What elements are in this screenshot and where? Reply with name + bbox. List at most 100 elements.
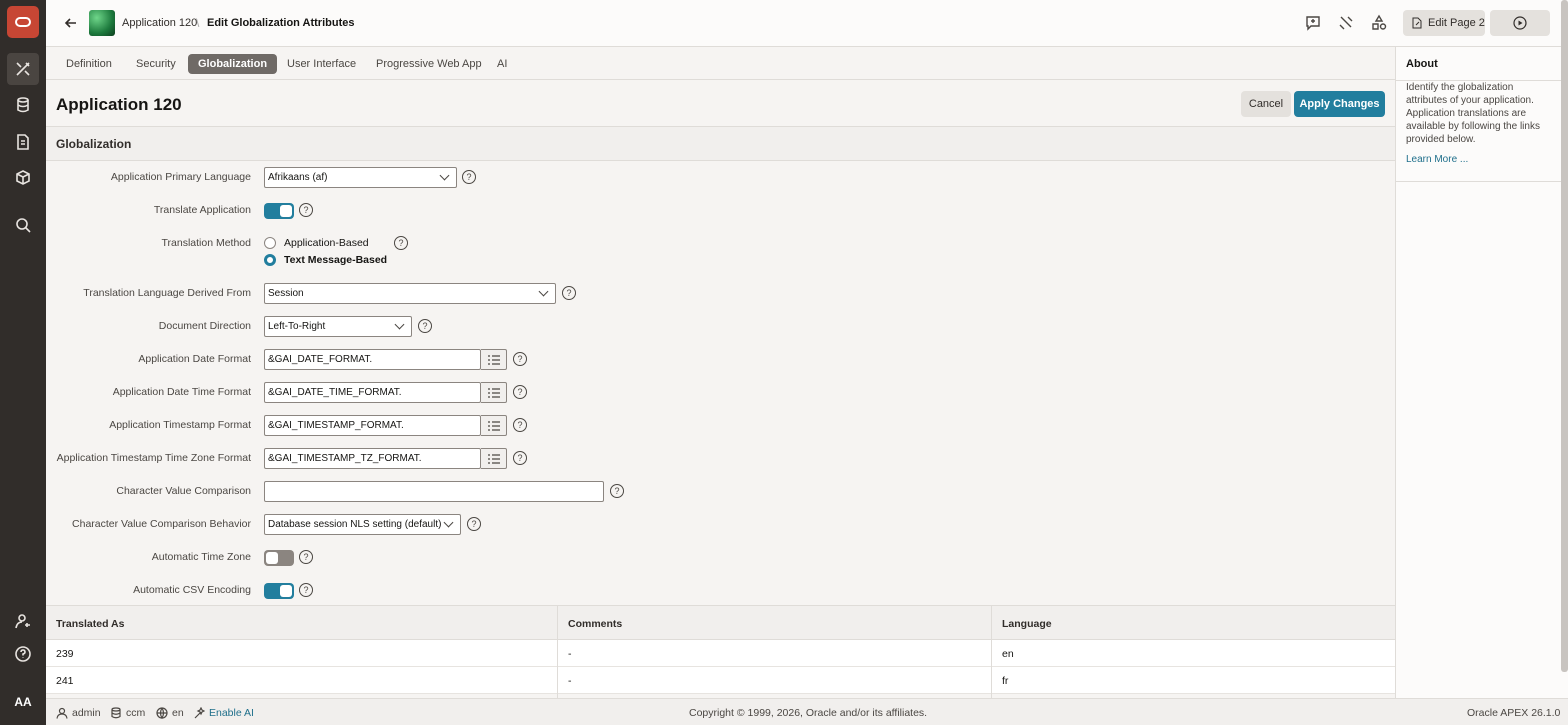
back-arrow-icon[interactable] [62,14,80,32]
help-icon[interactable]: ? [513,418,527,432]
automatic-csv-encoding-toggle[interactable] [264,583,294,599]
field-label: Application Timestamp Time Zone Format [56,452,251,464]
language-derived-select[interactable]: Session [264,283,556,304]
user-avatar[interactable]: AA [9,690,37,714]
column-header-language[interactable]: Language [1002,618,1052,630]
radio-text-message-based[interactable] [264,254,276,266]
left-navigation: AA [0,0,46,725]
apply-changes-button[interactable]: Apply Changes [1294,91,1385,117]
list-of-values-button[interactable] [481,448,507,469]
help-icon[interactable]: ? [513,352,527,366]
field-character-comparison-behavior: Character Value Comparison Behavior Data… [46,514,1395,536]
chevron-down-icon [538,286,549,297]
search-icon[interactable] [7,209,39,241]
help-icon[interactable]: ? [467,517,481,531]
translate-application-toggle[interactable] [264,203,294,219]
copyright-text: Copyright © 1999, 2026, Oracle and/or it… [689,707,928,719]
date-time-format-input[interactable]: &GAI_DATE_TIME_FORMAT. [264,382,481,403]
timestamp-format-input[interactable]: &GAI_TIMESTAMP_FORMAT. [264,415,481,436]
help-icon[interactable] [7,638,39,670]
comparison-behavior-select[interactable]: Database session NLS setting (default) [264,514,461,535]
field-date-format: Application Date Format &GAI_DATE_FORMAT… [46,349,1395,371]
column-header-comments[interactable]: Comments [568,618,622,630]
oracle-logo-icon[interactable] [7,6,39,38]
timestamp-tz-format-input[interactable]: &GAI_TIMESTAMP_TZ_FORMAT. [264,448,481,469]
attribute-tabs: Definition Security Globalization User I… [46,47,1395,80]
help-icon[interactable]: ? [610,484,624,498]
footer-user[interactable]: admin [56,707,101,719]
field-label: Character Value Comparison Behavior [72,518,251,530]
help-icon[interactable]: ? [513,451,527,465]
help-icon[interactable]: ? [299,583,313,597]
about-title: About [1406,58,1438,70]
tab-user-interface[interactable]: User Interface [277,54,366,74]
help-icon[interactable]: ? [513,385,527,399]
team-development-icon[interactable] [7,126,39,158]
tab-globalization[interactable]: Globalization [188,54,278,74]
top-header: Application 120 \ Edit Globalization Att… [46,0,1568,47]
region-title: Globalization [56,137,132,151]
developer-toolbar-icon[interactable] [1337,14,1355,32]
tab-progressive-web-app[interactable]: Progressive Web App [366,54,492,74]
help-icon[interactable]: ? [462,170,476,184]
field-timestamp-tz-format: Application Timestamp Time Zone Format &… [46,448,1395,470]
breadcrumb-app[interactable]: Application 120 [122,17,197,29]
cancel-button[interactable]: Cancel [1241,91,1291,117]
globe-icon [156,707,168,719]
list-icon [487,354,500,365]
enable-ai-link[interactable]: Enable AI [193,707,254,719]
tab-definition[interactable]: Definition [56,54,122,74]
cell-translated-as[interactable]: 239 [56,648,74,660]
field-primary-language: Application Primary Language Afrikaans (… [46,167,1395,189]
radio-application-based[interactable] [264,237,276,249]
help-icon[interactable]: ? [562,286,576,300]
table-header: Translated As Comments Language [46,605,1395,640]
footer-language[interactable]: en [156,707,184,719]
sql-workshop-icon[interactable] [7,89,39,121]
administration-icon[interactable] [7,605,39,637]
tab-security[interactable]: Security [126,54,186,74]
page-title: Application 120 [56,95,182,114]
field-label: Translate Application [153,204,251,216]
list-icon [487,453,500,464]
app-builder-icon[interactable] [7,53,39,85]
edit-page-button[interactable]: Edit Page 2 [1403,10,1485,36]
shared-components-icon[interactable] [1370,14,1388,32]
breadcrumb-current-page: Edit Globalization Attributes [207,17,355,29]
automatic-time-zone-toggle[interactable] [264,550,294,566]
tab-ai[interactable]: AI [487,54,517,74]
help-icon[interactable]: ? [299,550,313,564]
field-label: Automatic Time Zone [151,551,251,563]
field-label: Application Primary Language [110,171,251,183]
date-format-input[interactable]: &GAI_DATE_FORMAT. [264,349,481,370]
help-icon[interactable]: ? [394,236,408,250]
edit-page-label: Edit Page 2 [1428,17,1485,29]
column-header-translated-as[interactable]: Translated As [56,618,124,630]
field-label: Document Direction [158,320,251,332]
select-value: Session [268,288,304,299]
help-icon[interactable]: ? [418,319,432,333]
list-of-values-button[interactable] [481,382,507,403]
field-label: Translation Language Derived From [83,287,251,299]
table-row[interactable]: 239 - en [46,640,1395,667]
help-icon[interactable]: ? [299,203,313,217]
learn-more-link[interactable]: Learn More ... [1406,154,1468,165]
field-date-time-format: Application Date Time Format &GAI_DATE_T… [46,382,1395,404]
document-direction-select[interactable]: Left-To-Right [264,316,412,337]
chevron-down-icon [443,517,454,528]
primary-language-select[interactable]: Afrikaans (af) [264,167,457,188]
user-icon [56,707,68,719]
field-translation-method: Translation Method Application-Based ? T… [46,233,1395,269]
cell-translated-as[interactable]: 241 [56,675,74,687]
gallery-icon[interactable] [7,162,39,194]
radio-label: Application-Based [284,237,369,249]
feedback-icon[interactable] [1304,14,1322,32]
table-row[interactable]: 241 - fr [46,667,1395,694]
character-value-comparison-input[interactable] [264,481,604,502]
list-of-values-button[interactable] [481,349,507,370]
run-page-button[interactable] [1490,10,1550,36]
list-of-values-button[interactable] [481,415,507,436]
page-scrollbar[interactable] [1561,0,1568,672]
select-value: Left-To-Right [268,321,326,332]
footer-schema[interactable]: ccm [110,707,145,719]
